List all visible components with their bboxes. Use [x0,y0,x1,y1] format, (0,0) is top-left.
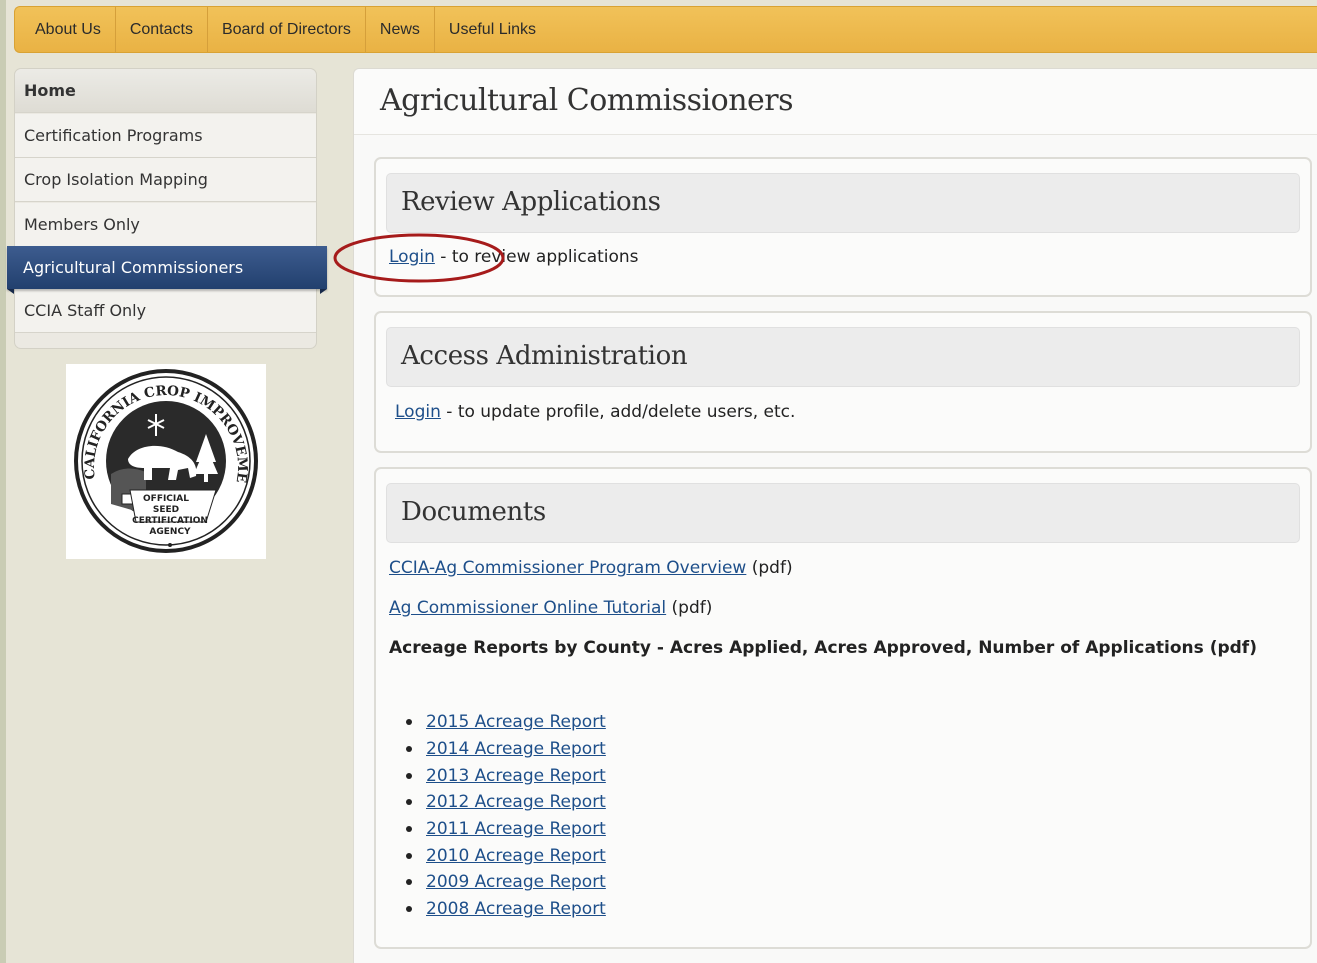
documents-title: Documents [401,497,546,527]
doc-online-tutorial-link[interactable]: Ag Commissioner Online Tutorial [389,598,666,618]
doc-program-overview-suffix: (pdf) [746,558,793,578]
report-2015-link[interactable]: 2015 Acreage Report [426,712,606,732]
seal-text-official: OFFICIAL [143,494,189,504]
review-applications-panel: Review Applications Login - to review ap… [374,157,1312,297]
access-administration-panel: Access Administration Login - to update … [374,311,1312,453]
documents-panel: Documents CCIA-Ag Commissioner Program O… [374,467,1312,949]
list-item: 2009 Acreage Report [404,869,606,896]
sidebar-item-agricultural-commissioners[interactable]: Agricultural Commissioners [7,246,327,289]
nav-contacts[interactable]: Contacts [116,7,208,52]
list-item: 2008 Acreage Report [404,896,606,923]
bullet-icon [406,719,412,726]
nav-news[interactable]: News [366,7,435,52]
nav-about-us[interactable]: About Us [15,7,116,52]
bullet-icon [406,826,412,833]
top-nav: About Us Contacts Board of Directors New… [14,6,1317,53]
report-2013-link[interactable]: 2013 Acreage Report [426,766,606,786]
list-item: 2012 Acreage Report [404,789,606,816]
access-login-link[interactable]: Login [395,402,441,422]
documents-header: Documents [386,483,1300,543]
acreage-reports-list: 2015 Acreage Report 2014 Acreage Report … [404,709,606,923]
sidebar-item-ccia-staff-only[interactable]: CCIA Staff Only [15,289,316,333]
nav-useful-links[interactable]: Useful Links [435,7,550,52]
sidebar: Home Certification Programs Crop Isolati… [14,68,317,349]
report-2014-link[interactable]: 2014 Acreage Report [426,739,606,759]
nav-board-of-directors[interactable]: Board of Directors [208,7,366,52]
doc-online-tutorial-suffix: (pdf) [666,598,713,618]
bullet-icon [406,879,412,886]
sidebar-item-certification-programs[interactable]: Certification Programs [15,114,316,158]
page-title: Agricultural Commissioners [380,83,794,118]
access-administration-header: Access Administration [386,327,1300,387]
list-item: 2011 Acreage Report [404,816,606,843]
bullet-icon [406,746,412,753]
seal-text-seed: SEED [153,505,179,515]
bullet-icon [406,799,412,806]
report-2008-link[interactable]: 2008 Acreage Report [426,899,606,919]
bullet-icon [406,772,412,779]
sidebar-item-members-only[interactable]: Members Only [15,203,316,247]
list-item: 2014 Acreage Report [404,736,606,763]
access-administration-title: Access Administration [401,341,688,371]
seal-text-certification: CERTIFICATION [132,516,208,526]
doc-online-tutorial-line: Ag Commissioner Online Tutorial (pdf) [389,598,712,618]
access-login-text: - to update profile, add/delete users, e… [440,402,796,422]
sidebar-item-crop-isolation-mapping[interactable]: Crop Isolation Mapping [15,158,316,202]
doc-program-overview-link[interactable]: CCIA-Ag Commissioner Program Overview [389,558,746,578]
report-2011-link[interactable]: 2011 Acreage Report [426,819,606,839]
acreage-reports-heading: Acreage Reports by County - Acres Applie… [389,638,1257,658]
annotation-ellipse [333,233,505,283]
bullet-icon [406,906,412,913]
doc-program-overview-line: CCIA-Ag Commissioner Program Overview (p… [389,558,793,578]
window-edge [0,0,6,963]
report-2012-link[interactable]: 2012 Acreage Report [426,792,606,812]
list-item: 2013 Acreage Report [404,762,606,789]
main-content: Agricultural Commissioners Review Applic… [353,68,1317,963]
review-applications-title: Review Applications [401,187,661,217]
review-applications-header: Review Applications [386,173,1300,233]
active-ribbon-fold-right [320,289,327,294]
active-ribbon-fold-left [7,289,14,294]
report-2009-link[interactable]: 2009 Acreage Report [426,872,606,892]
list-item: 2015 Acreage Report [404,709,606,736]
sidebar-item-home[interactable]: Home [15,69,316,113]
access-login-line: Login - to update profile, add/delete us… [395,402,795,422]
list-item: 2010 Acreage Report [404,842,606,869]
bullet-icon [406,852,412,859]
seal-text-agency: AGENCY [149,527,191,537]
report-2010-link[interactable]: 2010 Acreage Report [426,846,606,866]
ccia-seal-logo: CALIFORNIA CROP IMPROVEMENT ASSOCIATION … [60,352,266,559]
page-header: Agricultural Commissioners [354,69,1317,135]
